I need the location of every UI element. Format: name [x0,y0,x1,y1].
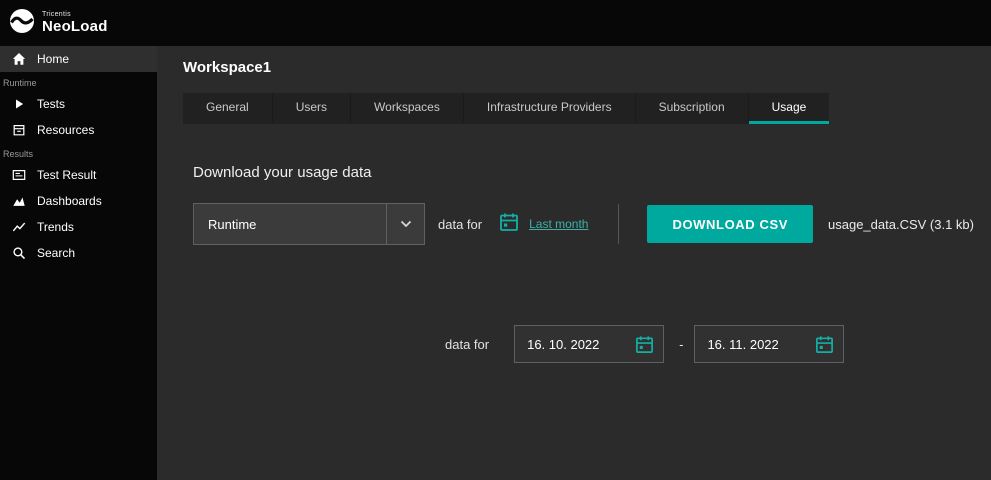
play-icon [11,98,26,110]
home-icon [11,52,26,66]
tab-users[interactable]: Users [273,93,351,124]
range-separator: - [679,337,683,352]
main-body: Workspace1 General Users Workspaces Infr… [157,46,991,480]
tab-general[interactable]: General [183,93,273,124]
tab-subscription[interactable]: Subscription [636,93,749,124]
sidebar-section-results: Results [0,143,157,162]
sidebar: Tricentis NeoLoad Home Runtime Tests [0,0,157,480]
sidebar-item-tests[interactable]: Tests [0,91,157,117]
usage-heading: Download your usage data [193,164,991,181]
calendar-icon [815,335,843,354]
date-from-value: 16. 10. 2022 [515,337,635,352]
resources-icon [11,123,26,137]
sidebar-item-label: Home [37,52,69,66]
test-result-icon [11,168,26,182]
date-to-value: 16. 11. 2022 [695,337,815,352]
sidebar-section-runtime: Runtime [0,72,157,91]
brand-logo[interactable]: Tricentis NeoLoad [0,0,157,46]
dataset-select-value: Runtime [194,217,386,232]
usage-panel: Download your usage data Runtime data fo… [157,164,991,363]
vertical-divider [618,204,619,244]
brand-product: NeoLoad [42,18,108,35]
last-month-link-label: Last month [529,217,588,231]
sidebar-item-home[interactable]: Home [0,46,157,72]
sidebar-item-search[interactable]: Search [0,240,157,266]
download-csv-button[interactable]: DOWNLOAD CSV [647,205,813,243]
quick-download-row: Runtime data for Last month DOWNLOAD C [193,203,991,245]
tab-workspaces[interactable]: Workspaces [351,93,464,124]
data-for-label: data for [445,337,489,352]
sidebar-nav: Home Runtime Tests Resources Results [0,46,157,266]
neoload-logo-icon [9,8,35,39]
trends-icon [11,220,26,234]
calendar-icon [635,335,663,354]
main-area: Workspace1 General Users Workspaces Infr… [157,0,991,480]
last-month-link[interactable]: Last month [499,212,588,237]
tab-usage[interactable]: Usage [749,93,830,124]
brand-company: Tricentis [42,11,108,18]
sidebar-item-dashboards[interactable]: Dashboards [0,188,157,214]
app-window: Tricentis NeoLoad Home Runtime Tests [0,0,991,480]
sidebar-item-label: Search [37,246,75,260]
date-to-field[interactable]: 16. 11. 2022 [694,325,844,363]
sidebar-item-test-result[interactable]: Test Result [0,162,157,188]
sidebar-item-label: Test Result [37,168,96,182]
sidebar-item-resources[interactable]: Resources [0,117,157,143]
brand-text: Tricentis NeoLoad [42,11,108,35]
calendar-icon [499,212,519,237]
dashboards-icon [11,194,26,208]
tab-infrastructure-providers[interactable]: Infrastructure Providers [464,93,636,124]
page-title: Workspace1 [183,59,991,76]
chevron-down-icon [386,204,424,244]
file-info: usage_data.CSV (3.1 kb) [828,217,974,232]
sidebar-item-trends[interactable]: Trends [0,214,157,240]
data-for-label: data for [438,217,482,232]
custom-range-row: data for 16. 10. 2022 - 16. 11. 2022 [445,325,991,363]
dataset-select[interactable]: Runtime [193,203,425,245]
tab-bar: General Users Workspaces Infrastructure … [183,93,829,124]
sidebar-item-label: Resources [37,123,94,137]
search-icon [11,246,26,260]
sidebar-item-label: Tests [37,97,65,111]
sidebar-item-label: Dashboards [37,194,102,208]
date-from-field[interactable]: 16. 10. 2022 [514,325,664,363]
sidebar-item-label: Trends [37,220,74,234]
